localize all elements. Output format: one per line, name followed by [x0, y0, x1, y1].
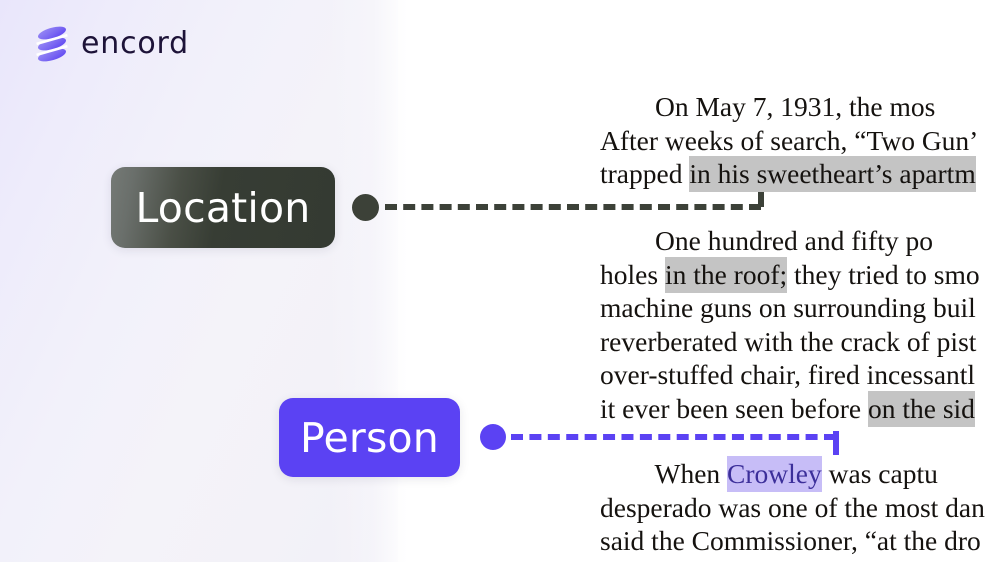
- document-paragraph-3: When Crowley was captu desperado was one …: [600, 456, 1000, 558]
- document-line: machine guns on surrounding buil: [600, 291, 1000, 325]
- annotation-label-location-text: Location: [135, 183, 311, 232]
- document-paragraph-2: One hundred and fifty po holes in the roo…: [600, 224, 1000, 427]
- entity-highlight-gray[interactable]: in the roof;: [664, 256, 788, 293]
- document-text-run: said the Commissioner, “at the dro: [600, 525, 981, 556]
- entity-highlight-gray[interactable]: in his sweetheart’s apartm: [689, 156, 976, 192]
- annotation-label-person[interactable]: Person: [279, 398, 460, 477]
- document-text-run: holes: [600, 258, 665, 290]
- document-text-panel: On May 7, 1931, the mos After weeks of se…: [600, 0, 1000, 562]
- document-text-run: After weeks of search, “Two Gun’: [600, 124, 979, 156]
- document-text-run: it ever been seen before: [600, 392, 868, 424]
- document-text-run: over-stuffed chair, fired incessantl: [600, 359, 976, 390]
- document-line: over-stuffed chair, fired incessantl: [600, 358, 1000, 392]
- document-text-run: One hundred and fifty po: [600, 225, 933, 256]
- annotation-demo-canvas: encord Location Person On May 7, 1931, t…: [0, 0, 1000, 562]
- document-text-run: trapped: [600, 158, 690, 189]
- document-text-run: machine guns on surrounding buil: [600, 292, 976, 323]
- document-text-run: reverberated with the crack of pist: [600, 325, 977, 357]
- document-text-run: On May 7, 1931, the mos: [600, 91, 936, 122]
- document-line: it ever been seen before on the sid: [600, 390, 1000, 427]
- document-line: desperado was one of the most dan: [600, 491, 1000, 525]
- document-line: holes in the roof; they tried to smo: [600, 256, 1000, 293]
- encord-logo[interactable]: encord: [34, 24, 189, 64]
- entity-highlight-purple[interactable]: Crowley: [727, 456, 822, 492]
- annotation-label-location[interactable]: Location: [111, 167, 335, 248]
- document-line: trapped in his sweetheart’s apartm: [600, 156, 1000, 192]
- document-line: When Crowley was captu: [600, 456, 1000, 492]
- connector-dot-person-icon: [480, 424, 506, 450]
- encord-wordmark: encord: [81, 26, 189, 61]
- document-text-run: was captu: [821, 458, 938, 489]
- document-text-run: When: [600, 458, 728, 489]
- left-panel-fade-overlay: [330, 0, 408, 562]
- document-line: After weeks of search, “Two Gun’: [600, 124, 1000, 158]
- document-line: One hundred and fifty po: [600, 224, 1000, 258]
- document-line: On May 7, 1931, the mos: [600, 90, 1000, 124]
- entity-highlight-gray[interactable]: on the sid: [867, 390, 975, 427]
- annotation-label-person-text: Person: [300, 413, 439, 462]
- document-text-run: they tried to smo: [787, 258, 980, 290]
- encord-logo-icon: [36, 26, 68, 62]
- document-paragraph-1: On May 7, 1931, the mos After weeks of se…: [600, 90, 1000, 192]
- document-line: said the Commissioner, “at the dro: [600, 524, 1000, 558]
- document-line: reverberated with the crack of pist: [600, 325, 1000, 359]
- document-text-run: desperado was one of the most dan: [600, 491, 985, 523]
- connector-dot-location-icon: [352, 194, 379, 221]
